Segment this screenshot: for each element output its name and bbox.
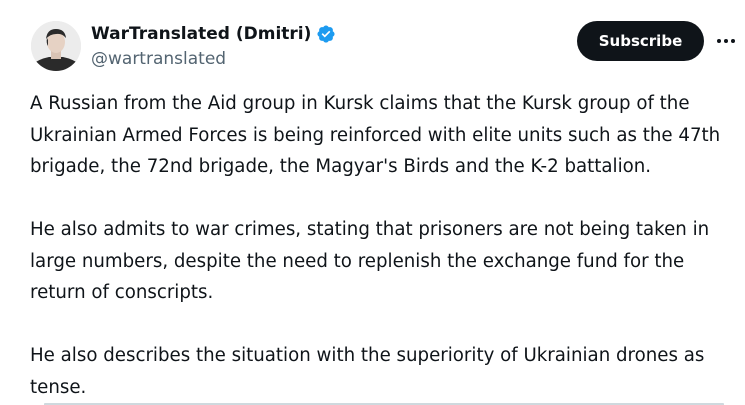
tweet-paragraph: He also describes the situation with the… <box>30 345 705 398</box>
name-row: WarTranslated (Dmitri) <box>91 22 336 46</box>
verified-badge-icon[interactable] <box>316 24 336 44</box>
display-name[interactable]: WarTranslated (Dmitri) <box>91 24 311 44</box>
person-portrait-icon <box>31 21 81 71</box>
subscribe-button[interactable]: Subscribe <box>577 21 704 61</box>
more-horizontal-icon[interactable] <box>716 32 736 50</box>
handle[interactable]: @wartranslated <box>91 49 336 69</box>
tweet-paragraph: A Russian from the Aid group in Kursk cl… <box>30 93 721 177</box>
tweet-paragraph: He also admits to war crimes, stating th… <box>30 219 710 303</box>
avatar[interactable] <box>31 21 81 71</box>
tweet-text: A Russian from the Aid group in Kursk cl… <box>30 88 742 403</box>
tweet-card: WarTranslated (Dmitri) @wartranslated Su… <box>0 0 745 405</box>
author-info: WarTranslated (Dmitri) @wartranslated <box>91 22 336 69</box>
